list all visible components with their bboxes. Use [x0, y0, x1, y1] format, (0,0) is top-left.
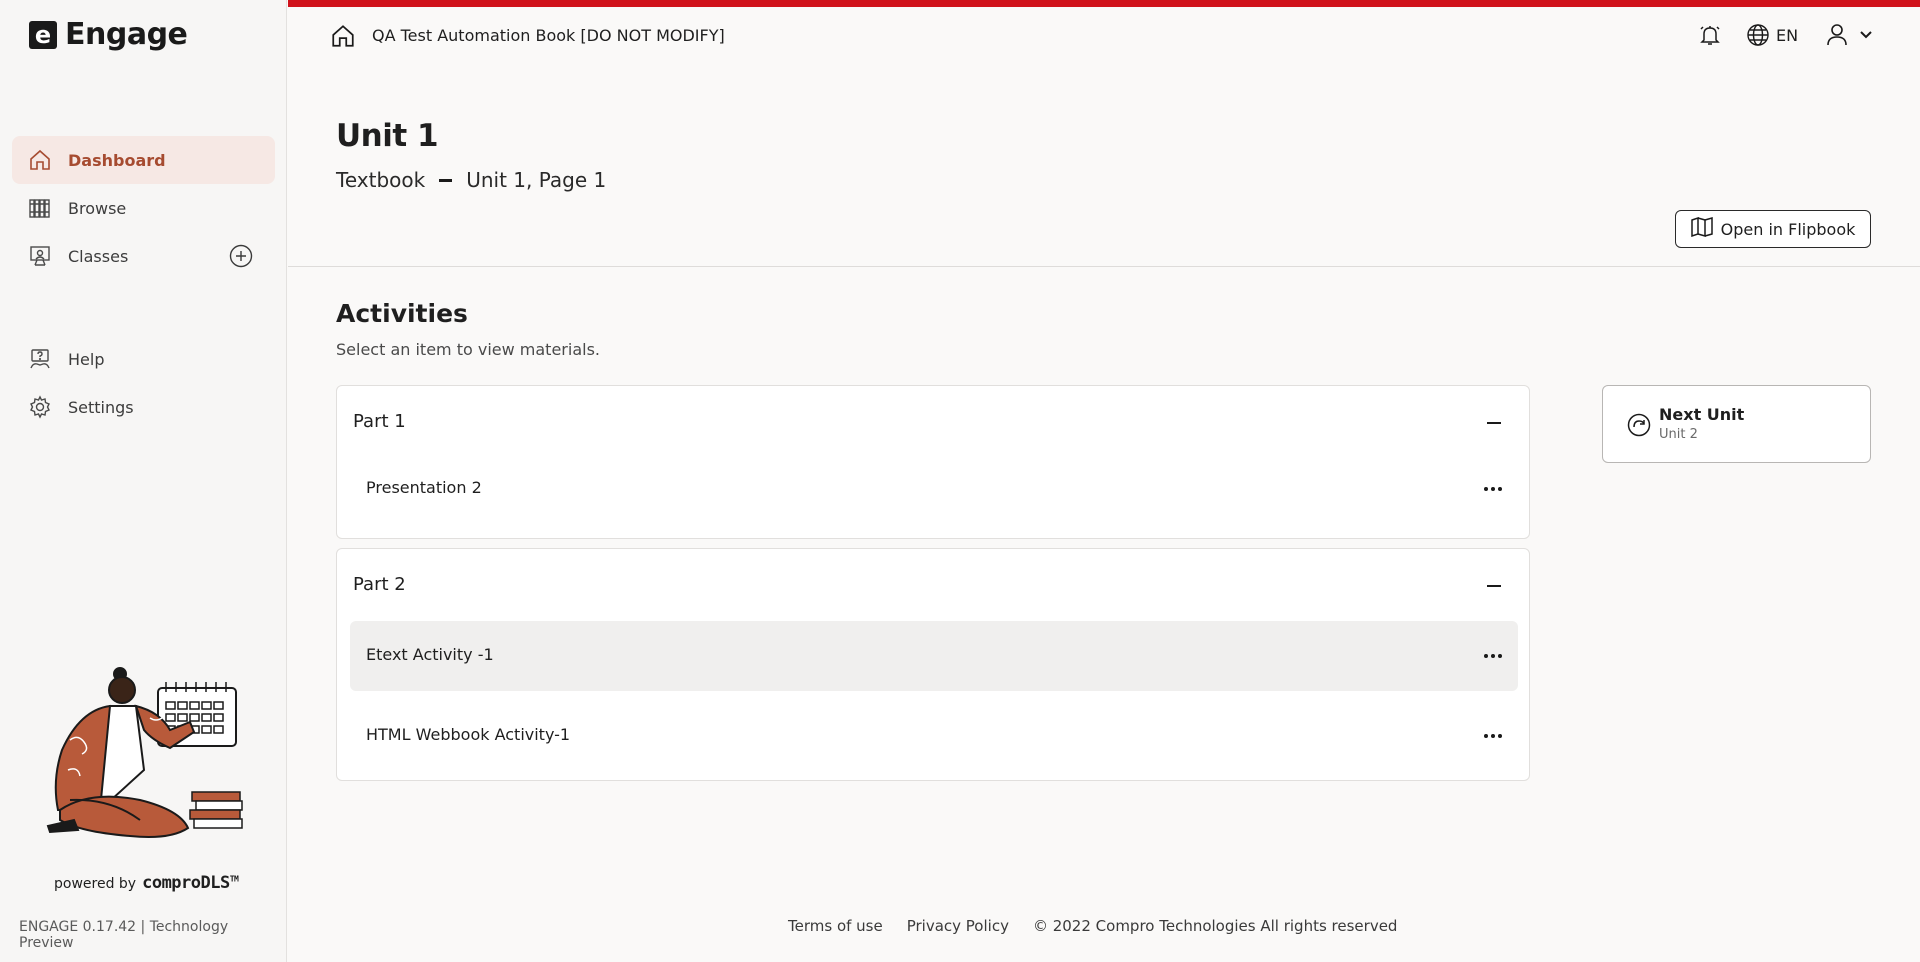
terms-link[interactable]: Terms of use [788, 917, 883, 935]
next-unit-title: Next Unit [1659, 405, 1745, 424]
open-flipbook-label: Open in Flipbook [1720, 219, 1856, 239]
topbar: QA Test Automation Book [DO NOT MODIFY] … [288, 7, 1920, 63]
breadcrumb: Textbook Unit 1, Page 1 [336, 168, 606, 192]
more-options-icon[interactable] [1484, 728, 1502, 744]
notification-bell-icon[interactable] [1698, 23, 1722, 47]
app-name: Engage [65, 17, 188, 52]
top-accent-bar [288, 0, 1920, 7]
app-version: ENGAGE 0.17.42 | Technology Preview [19, 919, 229, 951]
activity-item[interactable]: HTML Webbook Activity-1 [350, 701, 1518, 771]
sidebar-item-label: Browse [68, 198, 127, 218]
secondary-nav: Help Settings [12, 335, 275, 431]
classroom-icon [28, 244, 52, 268]
logo-mark: e [29, 20, 57, 49]
sidebar-item-settings[interactable]: Settings [12, 383, 275, 431]
sidebar-item-label: Settings [68, 397, 134, 417]
chevron-down-icon[interactable] [1858, 27, 1874, 43]
sidebar-illustration [46, 667, 243, 838]
header-divider [288, 266, 1920, 267]
redo-arrow-icon [1627, 413, 1651, 437]
book-title: QA Test Automation Book [DO NOT MODIFY] [372, 26, 725, 45]
part-header[interactable]: Part 1 [353, 411, 406, 432]
add-class-button[interactable] [229, 244, 253, 268]
footer: Terms of use Privacy Policy © 2022 Compr… [788, 917, 1397, 935]
page-title: Unit 1 [336, 118, 439, 154]
powered-by-prefix: powered by [54, 876, 137, 892]
part-panel: Part 2 Etext Activity -1 HTML Webbook Ac… [336, 548, 1530, 781]
activity-label: HTML Webbook Activity-1 [366, 725, 571, 744]
breadcrumb-separator [439, 178, 453, 182]
sidebar-item-browse[interactable]: Browse [12, 184, 275, 232]
powered-by: powered by comproDLSTM [54, 873, 239, 893]
breadcrumb-book[interactable]: Textbook [336, 168, 425, 192]
next-unit-subtitle: Unit 2 [1659, 427, 1698, 442]
activities-subtitle: Select an item to view materials. [336, 340, 600, 359]
open-flipbook-button[interactable]: Open in Flipbook [1675, 210, 1871, 248]
sidebar-item-label: Dashboard [68, 150, 166, 170]
more-options-icon[interactable] [1484, 481, 1502, 497]
sidebar-item-label: Classes [68, 246, 129, 266]
books-icon [28, 196, 52, 220]
app-logo[interactable]: e Engage [29, 17, 188, 52]
powered-by-brand: comproDLSTM [142, 873, 239, 893]
gear-icon [28, 395, 52, 419]
help-icon [28, 347, 52, 371]
language-selector[interactable]: EN [1776, 26, 1798, 45]
activity-label: Etext Activity -1 [366, 645, 494, 664]
main-nav: Dashboard Browse Classes [12, 136, 275, 280]
sidebar-item-label: Help [68, 349, 105, 369]
copyright-text: © 2022 Compro Technologies All rights re… [1032, 917, 1398, 935]
sidebar-item-classes[interactable]: Classes [12, 232, 275, 280]
sidebar-item-dashboard[interactable]: Dashboard [12, 136, 275, 184]
home-icon [28, 148, 52, 172]
activities-title: Activities [336, 299, 468, 328]
collapse-icon[interactable] [1487, 585, 1501, 587]
next-unit-card[interactable]: Next Unit Unit 2 [1602, 385, 1871, 463]
activity-item[interactable]: Presentation 2 [350, 454, 1518, 524]
part-header[interactable]: Part 2 [353, 574, 406, 595]
collapse-icon[interactable] [1487, 422, 1501, 424]
book-open-icon [1690, 216, 1713, 241]
globe-icon[interactable] [1746, 23, 1770, 47]
privacy-link[interactable]: Privacy Policy [907, 917, 1009, 935]
part-panel: Part 1 Presentation 2 [336, 385, 1530, 539]
home-icon[interactable] [330, 23, 356, 49]
user-icon[interactable] [1826, 23, 1848, 47]
breadcrumb-page: Unit 1, Page 1 [466, 168, 607, 192]
more-options-icon[interactable] [1484, 648, 1502, 664]
sidebar-item-help[interactable]: Help [12, 335, 275, 383]
activity-label: Presentation 2 [366, 478, 482, 497]
sidebar: e Engage Dashboard Browse Classes Help S… [0, 0, 287, 962]
activity-item[interactable]: Etext Activity -1 [350, 621, 1518, 691]
